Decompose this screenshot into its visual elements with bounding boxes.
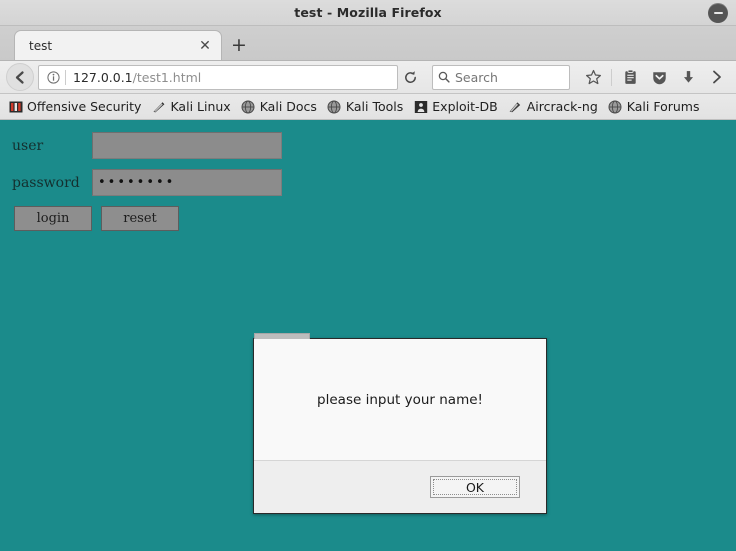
login-button[interactable]: login [14,206,92,231]
search-input[interactable]: Search [432,64,570,90]
page-viewport: user password •••••••• login reset pleas… [0,120,736,551]
chevron-right-icon[interactable] [704,64,730,90]
globe-icon [327,99,342,114]
user-row: user [12,132,736,159]
user-input[interactable] [92,132,282,159]
aircrack-icon [508,99,523,114]
globe-icon [241,99,256,114]
close-icon[interactable]: ✕ [197,39,213,53]
reload-icon[interactable] [398,66,422,89]
url-path: /test1.html [132,69,202,85]
library-icon[interactable] [617,64,643,90]
kali-dragon-icon [151,99,166,114]
bookmark-label: Aircrack-ng [526,99,598,114]
window-titlebar: test - Mozilla Firefox [0,0,736,26]
password-label: password [12,174,80,191]
bookmark-exploit-db[interactable]: Exploit-DB [409,96,501,118]
bookmark-kali-forums[interactable]: Kali Forums [604,96,704,118]
bookmark-kali-tools[interactable]: Kali Tools [323,96,407,118]
pocket-icon[interactable] [646,64,672,90]
search-placeholder: Search [455,69,498,85]
navigation-toolbar: 127.0.0.1/test1.html Search [0,61,736,94]
alert-dialog: please input your name! OK [253,333,547,514]
bookmark-label: Kali Tools [345,99,404,114]
tab-test[interactable]: test ✕ [14,30,222,60]
password-input[interactable]: •••••••• [92,169,282,196]
info-circle-icon[interactable] [44,68,62,86]
bookmark-label: Kali Docs [259,99,317,114]
bookmark-kali-linux[interactable]: Kali Linux [147,96,234,118]
bookmark-kali-docs[interactable]: Kali Docs [237,96,321,118]
url-host: 127.0.0.1 [73,69,133,85]
password-row: password •••••••• [12,169,736,196]
tab-strip: test ✕ + [0,26,736,61]
ok-button[interactable]: OK [430,476,520,498]
reset-button[interactable]: reset [101,206,179,231]
bookmark-label: Offensive Security [27,99,142,114]
url-text: 127.0.0.1/test1.html [73,70,393,85]
back-arrow-icon[interactable] [6,63,34,91]
dialog-titlebar-nub [254,333,310,339]
url-bar[interactable]: 127.0.0.1/test1.html [38,64,398,90]
exploit-db-icon [413,99,428,114]
login-form: user password •••••••• login reset [0,120,736,231]
plus-icon[interactable]: + [224,30,254,60]
offensive-security-icon [8,99,23,114]
user-label: user [12,137,44,154]
tab-label: test [29,38,53,53]
search-icon [438,68,450,87]
bookmark-label: Exploit-DB [432,99,498,114]
minimize-glyph [713,12,723,14]
dialog-message: please input your name! [317,391,483,408]
minimize-circle-icon[interactable] [708,3,728,23]
dialog-body: please input your name! [254,339,546,461]
download-icon[interactable] [675,64,701,90]
toolbar-divider [611,68,612,86]
star-icon[interactable] [580,64,606,90]
window-title: test - Mozilla Firefox [294,5,442,20]
url-separator [65,69,66,85]
bookmarks-toolbar: Offensive Security Kali Linux Kali Docs [0,94,736,120]
ok-button-label: OK [465,479,485,495]
bookmark-offensive-security[interactable]: Offensive Security [4,96,145,118]
globe-icon [608,99,623,114]
bookmark-aircrack-ng[interactable]: Aircrack-ng [504,96,602,118]
form-button-row: login reset [14,206,736,231]
dialog-footer: OK [254,461,546,513]
bookmark-label: Kali Linux [170,99,231,114]
toolbar-icon-group [580,64,730,90]
bookmark-label: Kali Forums [626,99,700,114]
